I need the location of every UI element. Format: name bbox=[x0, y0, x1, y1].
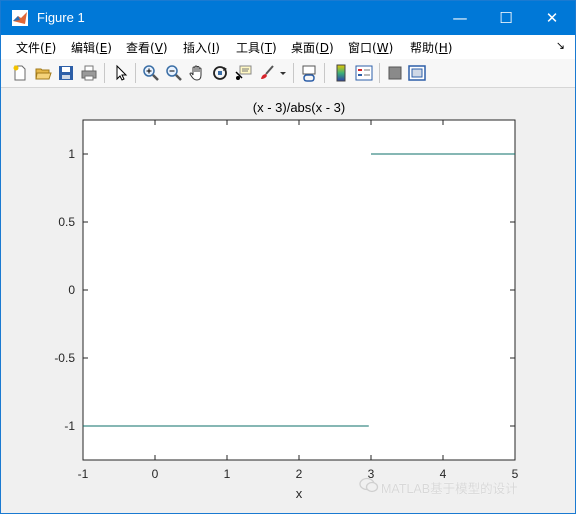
figure-window: Figure 1 — ☐ ✕ 文件(F) 编辑(E) 查看(V) 插入(I) 工… bbox=[0, 0, 576, 514]
wechat-logo-icon bbox=[359, 477, 379, 493]
menu-edit[interactable]: 编辑(E) bbox=[71, 39, 112, 56]
chart-title: (x - 3)/abs(x - 3) bbox=[253, 100, 345, 115]
x-tick-label: 0 bbox=[152, 467, 159, 481]
toolbar-separator bbox=[135, 63, 136, 83]
rotate-3d-icon bbox=[213, 66, 227, 80]
y-tick-label: 1 bbox=[68, 147, 75, 161]
brush-dropdown-button[interactable] bbox=[277, 63, 287, 83]
axes-box[interactable] bbox=[82, 119, 516, 461]
toolbar-separator bbox=[379, 63, 380, 83]
brush-dropdown-icon bbox=[280, 72, 286, 75]
new-figure-icon bbox=[13, 65, 26, 81]
colorbar-icon bbox=[336, 64, 346, 82]
y-tick-label: 0 bbox=[68, 283, 75, 297]
plot-svg[interactable]: -1 0 1 2 3 4 5 10.50-0.5-1 (x - 3)/abs(x - 3) … bbox=[1, 88, 575, 513]
open-file-button[interactable] bbox=[33, 63, 53, 83]
menu-tools[interactable]: 工具(T) bbox=[236, 39, 277, 56]
maximize-button[interactable]: ☐ bbox=[483, 1, 529, 35]
menu-file[interactable]: 文件(F) bbox=[16, 39, 56, 56]
x-axis-label: x bbox=[296, 486, 303, 501]
save-button[interactable] bbox=[56, 63, 76, 83]
new-figure-button[interactable] bbox=[10, 63, 30, 83]
zoom-out-button[interactable] bbox=[164, 63, 184, 83]
minimize-icon: — bbox=[452, 9, 468, 27]
link-plot-button[interactable] bbox=[299, 63, 319, 83]
zoom-in-icon bbox=[143, 65, 159, 81]
menu-insert[interactable]: 插入(I) bbox=[183, 39, 220, 56]
y-tick-label: -1 bbox=[64, 419, 75, 433]
menu-bar: 文件(F) 编辑(E) 查看(V) 插入(I) 工具(T) 桌面(D) 窗口(W… bbox=[1, 35, 575, 59]
window-title: Figure 1 bbox=[37, 10, 85, 25]
legend-button[interactable] bbox=[354, 63, 374, 83]
menu-window[interactable]: 窗口(W) bbox=[348, 39, 393, 56]
legend-icon bbox=[355, 65, 373, 81]
link-plot-icon bbox=[302, 65, 316, 82]
hide-plot-tools-icon bbox=[388, 66, 402, 80]
menu-help[interactable]: 帮助(H) bbox=[410, 39, 452, 56]
x-tick-label: 1 bbox=[224, 467, 231, 481]
toolbar-separator bbox=[293, 63, 294, 83]
hide-plot-tools-button[interactable] bbox=[385, 63, 405, 83]
pan-button[interactable] bbox=[187, 63, 207, 83]
colorbar-button[interactable] bbox=[331, 63, 351, 83]
data-cursor-button[interactable] bbox=[233, 63, 253, 83]
print-icon bbox=[81, 65, 97, 81]
watermark-text: MATLAB基于模型的设计 bbox=[381, 482, 518, 496]
menu-desktop[interactable]: 桌面(D) bbox=[291, 39, 334, 56]
zoom-in-button[interactable] bbox=[141, 63, 161, 83]
close-button[interactable]: ✕ bbox=[529, 1, 575, 35]
pointer-button[interactable] bbox=[111, 63, 131, 83]
print-button[interactable] bbox=[79, 63, 99, 83]
show-plot-tools-icon bbox=[408, 65, 426, 81]
minimize-button[interactable]: — bbox=[437, 1, 483, 35]
zoom-out-icon bbox=[166, 65, 182, 81]
brush-icon bbox=[261, 65, 274, 79]
save-icon bbox=[59, 66, 73, 80]
show-plot-tools-button[interactable] bbox=[407, 63, 427, 83]
toolbar-separator bbox=[324, 63, 325, 83]
x-tick-label: -1 bbox=[78, 467, 89, 481]
dock-figure-icon[interactable]: ↘ bbox=[556, 39, 565, 52]
figure-canvas: -1 0 1 2 3 4 5 1 0.5 0 -0.5 -1 (x - 3)/abs(x - 3) … bbox=[1, 88, 575, 513]
y-tick-label: 0.5 bbox=[58, 215, 75, 229]
open-file-icon bbox=[35, 68, 52, 80]
brush-button[interactable] bbox=[257, 63, 277, 83]
figure-toolbar bbox=[1, 59, 575, 88]
pan-hand-icon bbox=[189, 65, 202, 81]
matlab-logo-icon bbox=[12, 10, 28, 26]
pointer-icon bbox=[116, 64, 128, 81]
toolbar-separator bbox=[104, 63, 105, 83]
data-cursor-icon bbox=[235, 65, 252, 80]
maximize-icon: ☐ bbox=[499, 9, 513, 27]
x-tick-label: 2 bbox=[296, 467, 303, 481]
rotate-3d-button[interactable] bbox=[210, 63, 230, 83]
close-icon: ✕ bbox=[545, 9, 559, 27]
title-bar[interactable]: Figure 1 — ☐ ✕ bbox=[1, 1, 575, 35]
y-tick-label: -0.5 bbox=[54, 351, 75, 365]
menu-view[interactable]: 查看(V) bbox=[126, 39, 168, 56]
